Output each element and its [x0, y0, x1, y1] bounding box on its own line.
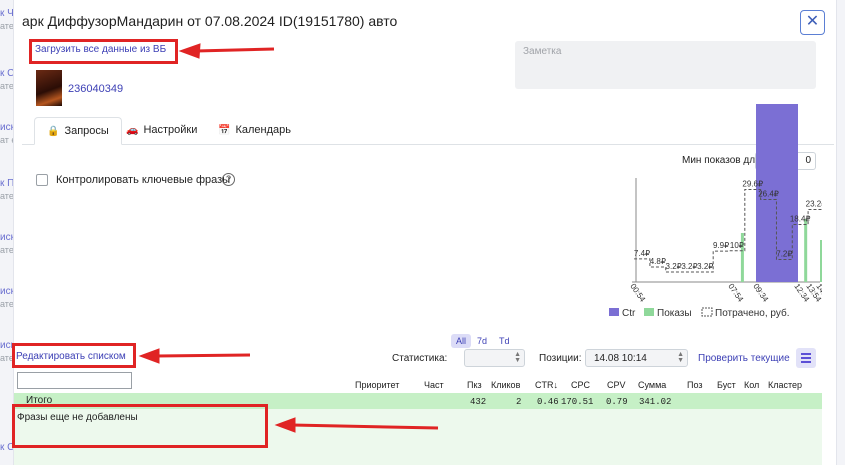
- legend-spent-label: Потрачено, руб.: [715, 307, 790, 319]
- chart-data-label: 3.2₽: [697, 262, 713, 271]
- phrase-search-input[interactable]: [17, 372, 132, 389]
- modal-title: арк ДиффузорМандарин от 07.08.2024 ID(19…: [22, 13, 398, 29]
- col-cluster[interactable]: Кластер: [768, 380, 802, 390]
- background-list-subtitle: ате: [0, 81, 14, 91]
- stats-toggle-td[interactable]: Td: [494, 334, 515, 348]
- tab-label: Календарь: [235, 124, 291, 136]
- total-sum: 341.02: [639, 397, 672, 407]
- arrow-edit-list: [138, 348, 251, 364]
- col-frequency[interactable]: Част: [424, 380, 444, 390]
- arrow-load-link: [178, 43, 275, 59]
- background-list-subtitle: ате: [0, 191, 14, 201]
- background-page-sidebar: к Чатек Сатеискат ек Патеискатеискатеиск…: [0, 0, 14, 465]
- menu-icon[interactable]: [796, 348, 816, 368]
- control-phrases-checkbox[interactable]: [36, 174, 48, 186]
- background-list-subtitle: ат е: [0, 135, 13, 145]
- background-list-item: иск: [0, 122, 14, 133]
- close-icon[interactable]: ✕: [800, 10, 825, 35]
- chart-data-label: 4.8₽: [650, 257, 666, 266]
- chart-tick-label: 09:34: [751, 282, 770, 304]
- col-clicks[interactable]: Кликов: [491, 380, 520, 390]
- col-ctr[interactable]: CTR↓: [535, 380, 558, 390]
- chart-data-label: 7.4₽: [634, 249, 650, 258]
- chart-bar-shows: [820, 240, 822, 282]
- legend-ctr-label: Ctr: [622, 308, 636, 319]
- col-boost[interactable]: Буст: [717, 380, 736, 390]
- tab-label: Настройки: [143, 124, 198, 136]
- chart-data-label: 3.2₽: [666, 262, 682, 271]
- chevron-updown-icon: ▲ ▼: [677, 351, 684, 364]
- chart-data-label: 10₽: [730, 241, 744, 250]
- chart-data-label: 18.4₽: [790, 215, 811, 224]
- background-list-subtitle: ате: [0, 245, 14, 255]
- background-list-item: к Ч: [0, 8, 14, 19]
- statistics-select[interactable]: ▲ ▼: [464, 349, 525, 367]
- check-current-link[interactable]: Проверить текущие: [698, 353, 790, 364]
- total-ctr: 0.46: [537, 397, 559, 407]
- car-icon: 🚗: [126, 125, 139, 136]
- chart-tick-label: 07:54: [726, 282, 745, 304]
- tab-calendar[interactable]: 📅 Календарь: [206, 117, 303, 145]
- background-list-subtitle: ате: [0, 299, 14, 309]
- chart-data-label: 23.2₽: [806, 200, 822, 209]
- total-cpc: 170.51: [561, 397, 594, 407]
- legend-ctr-swatch: [609, 308, 619, 316]
- legend-shows-label: Показы: [657, 308, 692, 319]
- positions-label: Позиции:: [539, 353, 582, 364]
- total-cpv: 0.79: [606, 397, 628, 407]
- chart-data-label: 26.4₽: [758, 190, 779, 199]
- chart-data-label: 7.2₽: [776, 250, 792, 259]
- tab-queries[interactable]: 🔒 Запросы: [34, 117, 122, 145]
- legend-shows-swatch: [644, 308, 654, 316]
- col-cpv[interactable]: CPV: [607, 380, 626, 390]
- col-cpc[interactable]: CPC: [571, 380, 590, 390]
- note-field[interactable]: Заметка: [515, 41, 816, 89]
- highlight-empty-message: [12, 404, 268, 448]
- col-shows[interactable]: Пкз: [467, 380, 482, 390]
- chart-tick-label: 00:54: [628, 282, 647, 304]
- col-sum[interactable]: Сумма: [638, 380, 666, 390]
- control-phrases-label: Контролировать ключевые фразы: [56, 174, 231, 186]
- product-thumbnail: [36, 70, 62, 106]
- stats-chart: 7.4₽4.8₽3.2₽ 3.2₽ 3.2₽9.9₽ 10₽29.6₽26.4₽7.2…: [609, 104, 822, 319]
- background-list-item: к С: [0, 68, 14, 79]
- total-clicks: 2: [516, 397, 522, 407]
- chart-data-label: 3.2₽: [681, 262, 697, 271]
- highlight-load-link: [29, 39, 178, 64]
- help-icon[interactable]: ?: [222, 173, 235, 186]
- highlight-edit-list: [12, 343, 136, 368]
- background-list-item: иск: [0, 286, 14, 297]
- statistics-label: Статистика:: [392, 353, 448, 364]
- stats-toggle-7d[interactable]: 7d: [472, 334, 492, 348]
- col-position[interactable]: Поз: [687, 380, 703, 390]
- background-page-right-edge: [836, 0, 845, 465]
- col-priority[interactable]: Приоритет: [355, 380, 399, 390]
- background-list-item: иск: [0, 232, 14, 243]
- chart-data-label: 9.9₽: [713, 241, 729, 250]
- total-shows: 432: [470, 397, 487, 407]
- chart-bar-shows: [804, 219, 808, 282]
- positions-select[interactable]: 14.08 10:14 ▲ ▼: [585, 349, 688, 367]
- col-count[interactable]: Кол: [744, 380, 759, 390]
- lock-icon: 🔒: [47, 126, 60, 137]
- background-list-subtitle: ате: [0, 21, 14, 31]
- tab-label: Запросы: [64, 125, 109, 137]
- product-id-link[interactable]: 236040349: [68, 83, 123, 95]
- stats-toggle-all[interactable]: All: [451, 334, 472, 348]
- calendar-icon: 📅: [218, 125, 231, 136]
- select-value: 14.08 10:14: [594, 353, 647, 364]
- tab-settings[interactable]: 🚗 Настройки: [114, 117, 209, 145]
- chart-data-label: 29.6₽: [742, 180, 763, 189]
- background-list-item: к П: [0, 178, 14, 189]
- legend-spent-swatch: [701, 307, 713, 317]
- chevron-updown-icon: ▲ ▼: [514, 351, 521, 364]
